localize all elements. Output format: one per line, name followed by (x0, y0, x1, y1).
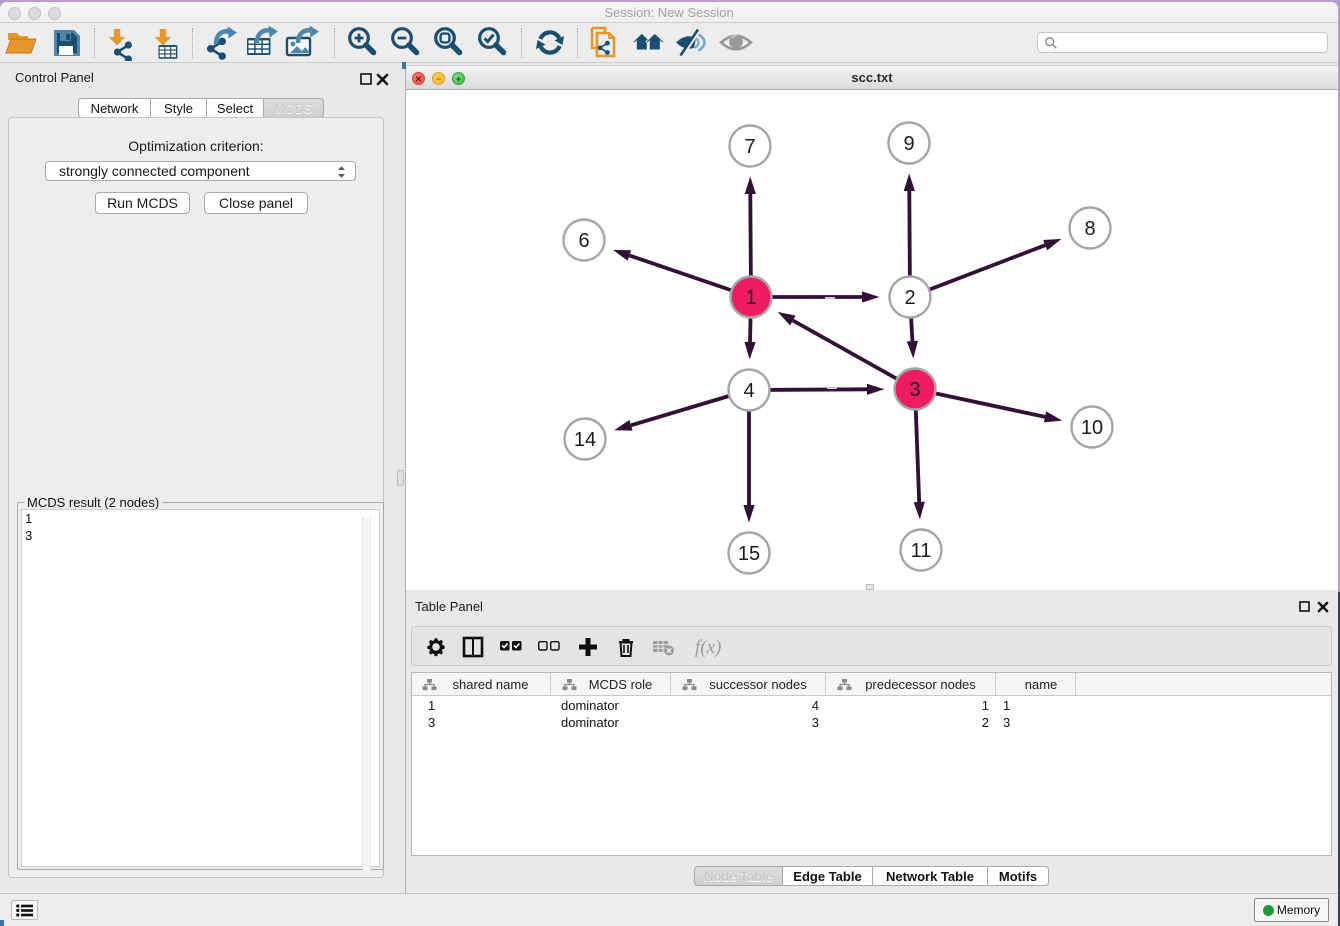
svg-text:8: 8 (1084, 218, 1095, 240)
svg-text:7: 7 (744, 136, 755, 158)
svg-text:2: 2 (904, 287, 915, 309)
svg-text:1: 1 (745, 287, 756, 309)
svg-text:f(x): f(x) (695, 637, 721, 658)
svg-text:14: 14 (574, 429, 596, 451)
svg-text:11: 11 (911, 540, 932, 562)
svg-text:15: 15 (738, 543, 760, 565)
svg-text:4: 4 (743, 380, 754, 402)
svg-text:10: 10 (1081, 417, 1103, 439)
svg-text:3: 3 (909, 379, 920, 401)
svg-text:6: 6 (578, 230, 589, 252)
svg-text:9: 9 (903, 133, 914, 155)
